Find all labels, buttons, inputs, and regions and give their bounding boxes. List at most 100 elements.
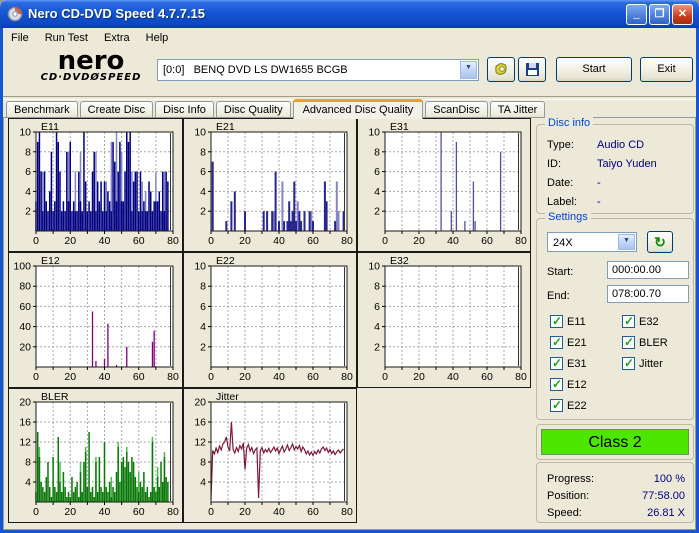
disc-info-row-id: ID: Taiyo Yuden — [547, 156, 685, 172]
svg-text:0: 0 — [33, 235, 39, 247]
chart-e22: 020406080246810E22 — [183, 252, 357, 388]
svg-text:16: 16 — [194, 417, 206, 429]
app-cd-icon — [7, 6, 23, 22]
svg-text:BLER: BLER — [41, 391, 69, 403]
window-title: Nero CD-DVD Speed 4.7.7.15 — [28, 0, 205, 28]
end-position-field[interactable]: 078:00.70 — [607, 285, 689, 303]
class-badge: Class 2 — [541, 429, 689, 455]
svg-text:40: 40 — [447, 235, 459, 247]
svg-text:20: 20 — [413, 235, 425, 247]
speed-value: 26.81 X — [647, 505, 685, 521]
minimize-button[interactable] — [626, 4, 647, 25]
drive-select[interactable]: [0:0] BENQ DVD LS DW1655 BCGB — [157, 59, 479, 81]
checkbox-e22-label: E22 — [567, 399, 587, 413]
nero-logo-main: nero — [30, 50, 152, 72]
checkbox-e21[interactable] — [550, 336, 563, 349]
checkbox-bler[interactable] — [622, 336, 635, 349]
progress-value: 100 % — [654, 471, 685, 487]
nero-logo-sub-right: SPEED — [100, 72, 142, 83]
svg-text:2: 2 — [374, 341, 380, 353]
maximize-button[interactable] — [649, 4, 670, 25]
chart-bler: 02040608048121620BLER — [8, 388, 183, 523]
tab-disc-quality[interactable]: Disc Quality — [216, 101, 291, 118]
svg-text:2: 2 — [200, 341, 206, 353]
svg-text:80: 80 — [341, 235, 353, 247]
tab-benchmark[interactable]: Benchmark — [6, 101, 78, 118]
checkbox-e12-label: E12 — [567, 378, 587, 392]
svg-text:60: 60 — [133, 506, 145, 518]
svg-text:10: 10 — [19, 127, 31, 139]
tab-advanced-disc-quality[interactable]: Advanced Disc Quality — [293, 99, 424, 119]
checkbox-e32-label: E32 — [639, 315, 659, 329]
svg-text:20: 20 — [19, 397, 31, 409]
svg-text:60: 60 — [307, 371, 319, 383]
svg-text:4: 4 — [25, 186, 31, 198]
eject-button[interactable] — [487, 57, 515, 82]
settings-group: Settings 24X ↻ Start: 000:00.00 End: 078… — [536, 218, 694, 420]
position-value: 77:58.00 — [642, 488, 685, 504]
nero-logo: nero CD·DVDSPEED — [30, 50, 152, 83]
svg-text:E21: E21 — [216, 121, 235, 133]
menu-file[interactable]: File — [3, 28, 37, 48]
svg-text:60: 60 — [133, 371, 145, 383]
svg-text:80: 80 — [167, 371, 179, 383]
svg-text:8: 8 — [200, 281, 206, 293]
start-position-field[interactable]: 000:00.00 — [607, 261, 689, 279]
empty-cell — [357, 388, 531, 523]
refresh-icon: ↻ — [654, 234, 666, 250]
menu-help[interactable]: Help — [138, 28, 177, 48]
position-label: Position: — [547, 488, 589, 504]
svg-text:E31: E31 — [390, 121, 409, 133]
svg-text:Jitter: Jitter — [216, 391, 239, 403]
svg-text:0: 0 — [382, 371, 388, 383]
close-button[interactable] — [672, 4, 693, 25]
svg-text:80: 80 — [19, 281, 31, 293]
chart-e31: 020406080246810E31 — [357, 118, 531, 252]
svg-text:E22: E22 — [216, 255, 235, 267]
svg-text:60: 60 — [133, 235, 145, 247]
checkbox-e32[interactable] — [622, 315, 635, 328]
chart-e11: 020406080246810E11 — [8, 118, 183, 252]
disc-date-label: Date: — [547, 175, 573, 191]
speed-select[interactable]: 24X — [547, 232, 637, 252]
checkbox-e11[interactable] — [550, 315, 563, 328]
checkbox-e12[interactable] — [550, 378, 563, 391]
svg-text:8: 8 — [374, 281, 380, 293]
svg-text:20: 20 — [239, 235, 251, 247]
svg-text:40: 40 — [273, 506, 285, 518]
svg-text:16: 16 — [19, 417, 31, 429]
tab-ta-jitter[interactable]: TA Jitter — [490, 101, 546, 118]
svg-text:20: 20 — [64, 371, 76, 383]
svg-text:8: 8 — [25, 457, 31, 469]
svg-text:2: 2 — [200, 206, 206, 218]
svg-text:8: 8 — [200, 146, 206, 158]
tab-disc-info[interactable]: Disc Info — [155, 101, 214, 118]
svg-text:40: 40 — [273, 235, 285, 247]
classification-group: Class 2 — [536, 424, 694, 460]
checkbox-e22[interactable] — [550, 399, 563, 412]
tab-scandisc[interactable]: ScanDisc — [425, 101, 487, 118]
svg-text:8: 8 — [374, 146, 380, 158]
refresh-button[interactable]: ↻ — [647, 231, 673, 253]
svg-text:80: 80 — [341, 371, 353, 383]
charts-grid: 020406080246810E11 020406080246810E21 02… — [8, 118, 531, 523]
svg-text:20: 20 — [239, 371, 251, 383]
exit-button[interactable]: Exit — [640, 57, 693, 82]
svg-text:E11: E11 — [41, 121, 59, 133]
tab-create-disc[interactable]: Create Disc — [80, 101, 153, 118]
svg-text:20: 20 — [19, 341, 31, 353]
menu-extra[interactable]: Extra — [96, 28, 138, 48]
save-button[interactable] — [518, 57, 546, 82]
svg-text:60: 60 — [481, 371, 493, 383]
menu-run-test[interactable]: Run Test — [37, 28, 96, 48]
start-button[interactable]: Start — [556, 57, 632, 82]
progress-group: Progress: 100 % Position: 77:58.00 Speed… — [536, 462, 694, 523]
svg-text:6: 6 — [200, 166, 206, 178]
svg-text:4: 4 — [200, 186, 206, 198]
tab-strip: Benchmark Create Disc Disc Info Disc Qua… — [6, 100, 547, 118]
checkbox-jitter[interactable] — [622, 357, 635, 370]
svg-text:E12: E12 — [41, 255, 60, 267]
checkbox-e31[interactable] — [550, 357, 563, 370]
speed-select-dropdown-icon[interactable] — [618, 234, 635, 250]
drive-select-dropdown-icon[interactable] — [460, 61, 477, 79]
